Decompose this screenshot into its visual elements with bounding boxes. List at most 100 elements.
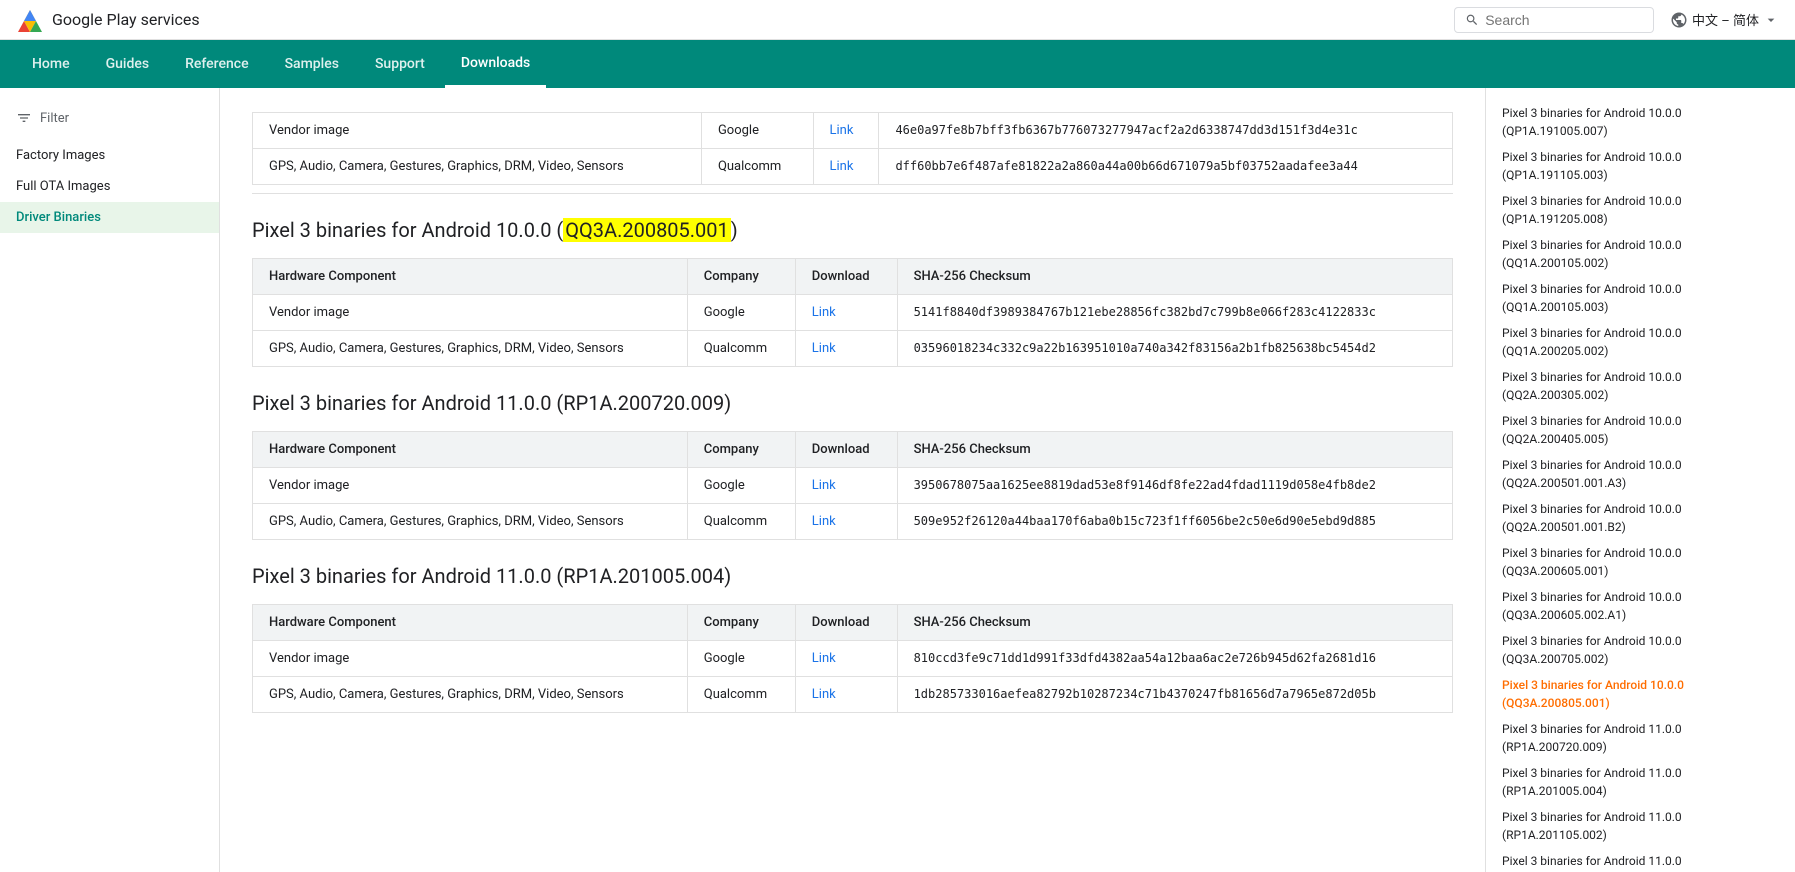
nav-item-downloads[interactable]: Downloads bbox=[445, 40, 546, 88]
toc-item[interactable]: Pixel 3 binaries for Android 10.0.0 (QP1… bbox=[1486, 188, 1795, 232]
component-cell: GPS, Audio, Camera, Gestures, Graphics, … bbox=[253, 331, 688, 367]
globe-icon bbox=[1670, 11, 1688, 29]
table-header-row: Hardware ComponentCompanyDownloadSHA-256… bbox=[253, 259, 1453, 295]
toc-item[interactable]: Pixel 3 binaries for Android 10.0.0 (QQ2… bbox=[1486, 364, 1795, 408]
section-title-prefix: Pixel 3 binaries for Android 10.0.0 ( bbox=[252, 218, 563, 242]
chevron-down-icon bbox=[1763, 12, 1779, 28]
company-cell: Qualcomm bbox=[687, 677, 795, 713]
download-cell[interactable]: Link bbox=[813, 113, 879, 149]
download-link[interactable]: Link bbox=[830, 123, 854, 138]
toc-item[interactable]: Pixel 3 binaries for Android 10.0.0 (QQ3… bbox=[1486, 584, 1795, 628]
checksum-cell: dff60bb7e6f487afe81822a2a860a44a00b66d67… bbox=[879, 149, 1453, 185]
nav-item-samples[interactable]: Samples bbox=[269, 40, 355, 88]
section-title-suffix: ) bbox=[731, 218, 738, 242]
toc-item[interactable]: Pixel 3 binaries for Android 10.0.0 (QQ2… bbox=[1486, 408, 1795, 452]
table-row: GPS, Audio, Camera, Gestures, Graphics, … bbox=[253, 504, 1453, 540]
col-header-component: Hardware Component bbox=[253, 259, 688, 295]
nav-item-support[interactable]: Support bbox=[359, 40, 441, 88]
component-cell: GPS, Audio, Camera, Gestures, Graphics, … bbox=[253, 504, 688, 540]
checksum-cell: 03596018234c332c9a22b163951010a740a342f8… bbox=[897, 331, 1452, 367]
checksum-cell: 1db285733016aefea82792b10287234c71b43702… bbox=[897, 677, 1452, 713]
search-box[interactable] bbox=[1454, 7, 1654, 33]
download-cell[interactable]: Link bbox=[795, 331, 897, 367]
table-header-row: Hardware ComponentCompanyDownloadSHA-256… bbox=[253, 432, 1453, 468]
download-cell[interactable]: Link bbox=[813, 149, 879, 185]
data-table: Hardware ComponentCompanyDownloadSHA-256… bbox=[252, 258, 1453, 367]
download-link[interactable]: Link bbox=[812, 687, 836, 702]
download-link[interactable]: Link bbox=[812, 478, 836, 493]
toc-item[interactable]: Pixel 3 binaries for Android 10.0.0 (QQ1… bbox=[1486, 276, 1795, 320]
toc-item[interactable]: Pixel 3 binaries for Android 10.0.0 (QQ3… bbox=[1486, 672, 1795, 716]
filter-button[interactable]: Filter bbox=[0, 104, 219, 132]
toc-item[interactable]: Pixel 3 binaries for Android 10.0.0 (QQ3… bbox=[1486, 540, 1795, 584]
topbar-right: 中文 – 简体 bbox=[1454, 7, 1779, 33]
logo-text: Google Play services bbox=[52, 10, 200, 29]
component-cell: GPS, Audio, Camera, Gestures, Graphics, … bbox=[253, 677, 688, 713]
section-header: Pixel 3 binaries for Android 10.0.0 (QQ3… bbox=[252, 218, 1453, 242]
company-cell: Qualcomm bbox=[701, 149, 813, 185]
toc-item[interactable]: Pixel 3 binaries for Android 10.0.0 (QQ2… bbox=[1486, 452, 1795, 496]
download-link[interactable]: Link bbox=[812, 514, 836, 529]
logo: Google Play services bbox=[16, 6, 200, 34]
download-cell[interactable]: Link bbox=[795, 677, 897, 713]
section-header: Pixel 3 binaries for Android 11.0.0 (RP1… bbox=[252, 564, 1453, 588]
col-header-download: Download bbox=[795, 259, 897, 295]
toc: Pixel 3 binaries for Android 10.0.0 (QP1… bbox=[1485, 88, 1795, 872]
section-section2: Pixel 3 binaries for Android 11.0.0 (RP1… bbox=[252, 391, 1453, 540]
col-header-checksum: SHA-256 Checksum bbox=[897, 605, 1452, 641]
col-header-component: Hardware Component bbox=[253, 432, 688, 468]
download-cell[interactable]: Link bbox=[795, 468, 897, 504]
download-cell[interactable]: Link bbox=[795, 504, 897, 540]
company-cell: Qualcomm bbox=[687, 504, 795, 540]
download-link[interactable]: Link bbox=[812, 305, 836, 320]
topbar: Google Play services 中文 – 简体 bbox=[0, 0, 1795, 40]
checksum-cell: 5141f8840df3989384767b121ebe28856fc382bd… bbox=[897, 295, 1452, 331]
toc-item[interactable]: Pixel 3 binaries for Android 10.0.0 (QQ1… bbox=[1486, 232, 1795, 276]
component-cell: GPS, Audio, Camera, Gestures, Graphics, … bbox=[253, 149, 702, 185]
filter-label: Filter bbox=[40, 111, 69, 126]
toc-item[interactable]: Pixel 3 binaries for Android 10.0.0 (QQ1… bbox=[1486, 320, 1795, 364]
filter-icon bbox=[16, 110, 32, 126]
download-cell[interactable]: Link bbox=[795, 641, 897, 677]
nav-item-reference[interactable]: Reference bbox=[169, 40, 265, 88]
table-row: Vendor image Google Link 5141f8840df3989… bbox=[253, 295, 1453, 331]
toc-item[interactable]: Pixel 3 binaries for Android 10.0.0 (QQ3… bbox=[1486, 628, 1795, 672]
download-link[interactable]: Link bbox=[812, 651, 836, 666]
checksum-cell: 46e0a97fe8b7bff3fb6367b776073277947acf2a… bbox=[879, 113, 1453, 149]
sidebar-item-driver-binaries[interactable]: Driver Binaries bbox=[0, 202, 219, 233]
section-header: Pixel 3 binaries for Android 11.0.0 (RP1… bbox=[252, 391, 1453, 415]
lang-button[interactable]: 中文 – 简体 bbox=[1670, 10, 1779, 29]
search-icon bbox=[1465, 12, 1479, 28]
company-cell: Google bbox=[687, 295, 795, 331]
toc-item[interactable]: Pixel 3 binaries for Android 11.0.0 (RP1… bbox=[1486, 716, 1795, 760]
table-row: Vendor image Google Link 46e0a97fe8b7bff… bbox=[253, 113, 1453, 149]
lang-label: 中文 – 简体 bbox=[1692, 10, 1759, 29]
layout: Filter Factory ImagesFull OTA ImagesDriv… bbox=[0, 88, 1795, 872]
nav-item-guides[interactable]: Guides bbox=[90, 40, 165, 88]
table-row: GPS, Audio, Camera, Gestures, Graphics, … bbox=[253, 331, 1453, 367]
download-cell[interactable]: Link bbox=[795, 295, 897, 331]
toc-item[interactable]: Pixel 3 binaries for Android 10.0.0 (QP1… bbox=[1486, 144, 1795, 188]
table-row: GPS, Audio, Camera, Gestures, Graphics, … bbox=[253, 677, 1453, 713]
component-cell: Vendor image bbox=[253, 468, 688, 504]
section-section1: Pixel 3 binaries for Android 10.0.0 (QQ3… bbox=[252, 218, 1453, 367]
search-input[interactable] bbox=[1485, 12, 1643, 28]
toc-item[interactable]: Pixel 3 binaries for Android 10.0.0 (QP1… bbox=[1486, 100, 1795, 144]
component-cell: Vendor image bbox=[253, 641, 688, 677]
col-header-download: Download bbox=[795, 432, 897, 468]
download-link[interactable]: Link bbox=[830, 159, 854, 174]
col-header-checksum: SHA-256 Checksum bbox=[897, 259, 1452, 295]
col-header-company: Company bbox=[687, 259, 795, 295]
toc-item[interactable]: Pixel 3 binaries for Android 11.0.0 (RP1… bbox=[1486, 804, 1795, 848]
sidebar-item-full-ota-images[interactable]: Full OTA Images bbox=[0, 171, 219, 202]
col-header-company: Company bbox=[687, 605, 795, 641]
section-title-highlight: QQ3A.200805.001 bbox=[563, 218, 731, 242]
sections-container: Pixel 3 binaries for Android 10.0.0 (QQ3… bbox=[252, 218, 1453, 713]
download-link[interactable]: Link bbox=[812, 341, 836, 356]
company-cell: Qualcomm bbox=[687, 331, 795, 367]
nav-item-home[interactable]: Home bbox=[16, 40, 86, 88]
sidebar-item-factory-images[interactable]: Factory Images bbox=[0, 140, 219, 171]
toc-item[interactable]: Pixel 3 binaries for Android 11.0.0 (RQ1… bbox=[1486, 848, 1795, 872]
toc-item[interactable]: Pixel 3 binaries for Android 11.0.0 (RP1… bbox=[1486, 760, 1795, 804]
toc-item[interactable]: Pixel 3 binaries for Android 10.0.0 (QQ2… bbox=[1486, 496, 1795, 540]
